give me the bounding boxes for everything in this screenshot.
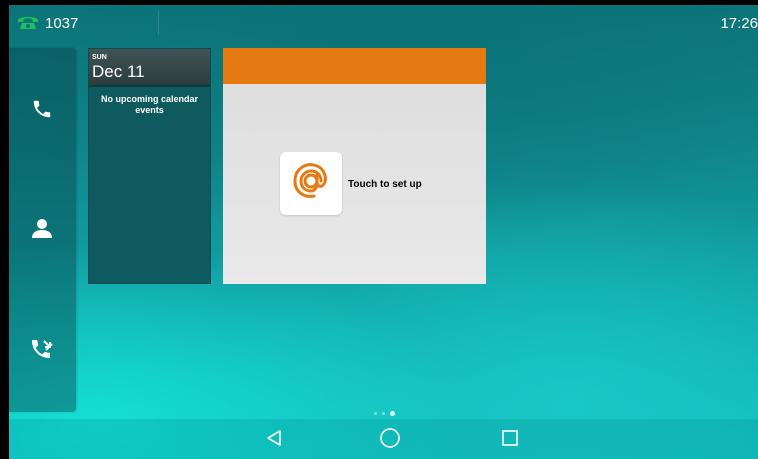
home-screen: 1037 17:26 SUN Dec 11 No upcoming calend… (9, 5, 758, 459)
email-setup-text[interactable]: Touch to set up (348, 179, 422, 190)
left-dock (9, 48, 76, 412)
recents-square-icon (501, 429, 519, 452)
home-button[interactable] (379, 427, 401, 454)
calendar-day: SUN (92, 54, 107, 61)
email-widget-header (223, 48, 486, 84)
calendar-date: Dec 11 (92, 62, 145, 81)
status-bar: 1037 17:26 (9, 5, 758, 41)
phone-registered-icon[interactable] (16, 14, 40, 30)
page-dot-active[interactable] (390, 410, 395, 416)
contacts-icon (30, 216, 54, 245)
call-history-icon (30, 338, 54, 367)
contacts-button[interactable] (27, 215, 57, 245)
home-circle-icon (379, 427, 401, 454)
status-divider (158, 11, 159, 35)
calendar-widget[interactable]: SUN Dec 11 No upcoming calendar events (88, 48, 211, 284)
recents-button[interactable] (499, 429, 521, 451)
phone-button[interactable] (27, 96, 57, 126)
clock: 17:26 (720, 15, 758, 32)
email-app-tile[interactable] (280, 152, 342, 215)
navigation-bar (9, 419, 758, 459)
back-triangle-icon (265, 429, 283, 452)
at-sign-icon (291, 161, 331, 206)
calendar-empty-message: No upcoming calendar events (100, 94, 198, 115)
back-button[interactable] (263, 429, 285, 451)
page-dot[interactable] (382, 411, 385, 415)
calendar-header: SUN Dec 11 (89, 49, 210, 87)
page-dot[interactable] (374, 411, 377, 415)
phone-icon (31, 98, 53, 125)
email-widget[interactable]: Touch to set up (223, 48, 486, 284)
page-indicator (374, 409, 395, 417)
call-history-button[interactable] (27, 337, 57, 367)
line-number: 1037 (45, 15, 79, 32)
